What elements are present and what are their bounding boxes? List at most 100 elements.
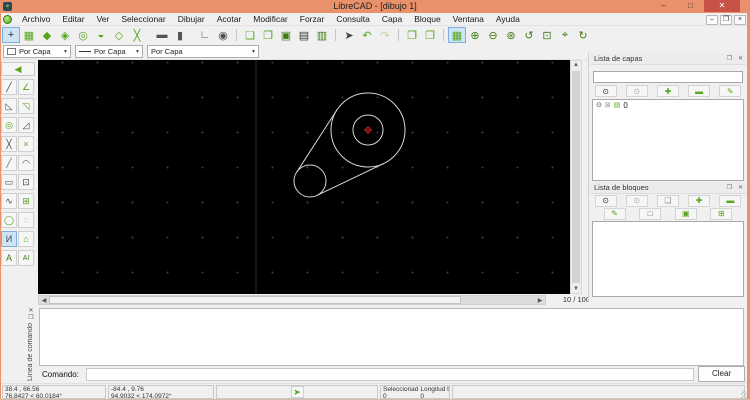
mtext-tool[interactable]: AI (18, 250, 34, 266)
color-combo[interactable]: Por Capa ▼ (3, 45, 71, 58)
menu-capa[interactable]: Capa (376, 13, 408, 26)
command-clear-button[interactable]: Clear (698, 366, 745, 382)
ellipse-tool[interactable]: ◯ (1, 212, 17, 228)
print-preview-button[interactable]: ▥ (313, 27, 331, 43)
zoom-previous-button[interactable]: ↺ (520, 27, 538, 43)
print-button[interactable]: ▤ (295, 27, 313, 43)
mdi-minimize-icon[interactable]: – (706, 14, 718, 25)
menu-editar[interactable]: Editar (56, 13, 90, 26)
freeze-all-layers-button[interactable]: ⊙ (625, 85, 648, 97)
save-drawing-button[interactable]: ▣ (277, 27, 295, 43)
line-two-points-tool[interactable]: ╱ (1, 79, 17, 95)
line-horizontal-tool[interactable]: ◺ (1, 98, 17, 114)
circle-two-points-tool[interactable]: ◌ (18, 212, 34, 228)
vertical-scrollbar[interactable]: ▲ ▼ (570, 60, 582, 294)
command-float-icon[interactable]: ❐ (24, 314, 38, 321)
menu-consulta[interactable]: Consulta (330, 13, 376, 26)
snap-distance-button[interactable]: ◇ (110, 27, 128, 43)
menu-seleccionar[interactable]: Seleccionar (115, 13, 171, 26)
layer-row[interactable]: ⊙ ⊠ ▤ 0 (593, 100, 743, 111)
text-tool[interactable]: A (1, 250, 17, 266)
crosshair-snap-button[interactable]: + (2, 27, 20, 43)
toggle-block-visibility-button[interactable]: ❏ (656, 194, 679, 207)
dock-float-icon[interactable]: ❐ (724, 184, 735, 191)
snap-intersection-button[interactable]: ╳ (128, 27, 146, 43)
line-angle-tool[interactable]: ∠ (18, 79, 34, 95)
circle-center-point-tool[interactable]: ◎ (1, 117, 17, 133)
drawing-canvas[interactable] (38, 60, 570, 294)
zoom-page-in-button[interactable]: ❐ (421, 27, 439, 43)
dock-close-icon[interactable]: ✕ (735, 184, 746, 191)
menu-bloque[interactable]: Bloque (408, 13, 446, 26)
linewidth-combo[interactable]: Por Capa ▼ (75, 45, 143, 58)
selection-pointer-button[interactable]: ➤ (340, 27, 358, 43)
block-list[interactable] (592, 221, 744, 297)
rectangle-tool[interactable]: ▭ (1, 174, 17, 190)
zoom-in-button[interactable]: ⊕ (466, 27, 484, 43)
mdi-restore-icon[interactable]: ❐ (720, 14, 732, 25)
defreeze-all-layers-button[interactable]: ⊙ (594, 85, 617, 97)
zoom-auto-button[interactable]: ⊛ (502, 27, 520, 43)
zoom-window-button[interactable]: ⊡ (538, 27, 556, 43)
lock-relative-zero-button[interactable]: ◉ (214, 27, 232, 43)
polygon-tool[interactable]: ⊞ (18, 193, 34, 209)
line-parallel-tool[interactable]: ◿ (18, 117, 34, 133)
line-vertical-tool[interactable]: ◹ (18, 98, 34, 114)
restrict-horizontal-button[interactable]: ▬ (153, 27, 171, 43)
command-input[interactable] (86, 368, 694, 381)
menu-forzar[interactable]: Forzar (294, 13, 331, 26)
window-minimize-button[interactable]: – (650, 0, 677, 12)
palette-back-button[interactable]: ◀ (1, 62, 35, 76)
window-close-button[interactable]: ✕ (704, 0, 740, 12)
layer-filter-input[interactable] (593, 70, 743, 83)
redraw-button[interactable]: ↻ (574, 27, 592, 43)
zoom-out-button[interactable]: ⊖ (484, 27, 502, 43)
scroll-up-icon[interactable]: ▲ (571, 62, 581, 68)
grid-toggle-button[interactable]: ▦ (448, 27, 466, 43)
remove-block-button[interactable]: ▬ (719, 194, 742, 207)
restrict-vertical-button[interactable]: ▮ (171, 27, 189, 43)
point-tool[interactable]: ⊡ (18, 174, 34, 190)
menu-ventana[interactable]: Ventana (447, 13, 490, 26)
freeze-all-blocks-button[interactable]: ⊙ (625, 194, 648, 207)
menu-acotar[interactable]: Acotar (211, 13, 248, 26)
redo-button[interactable]: ↷ (376, 27, 394, 43)
dock-float-icon[interactable]: ❐ (724, 55, 735, 62)
line-bisector-tool[interactable]: ╳ (1, 136, 17, 152)
insert-block-button[interactable]: ⊞ (710, 207, 733, 220)
mdi-close-icon[interactable]: × (734, 14, 746, 25)
open-drawing-button[interactable]: ❒ (259, 27, 277, 43)
polygon-center-tool[interactable]: ⌂ (18, 231, 34, 247)
snap-center-button[interactable]: ◎ (74, 27, 92, 43)
menu-ayuda[interactable]: Ayuda (490, 13, 526, 26)
edit-block-button[interactable]: □ (639, 207, 662, 220)
layer-print-icon[interactable]: ▤ (614, 101, 621, 109)
scroll-right-icon[interactable]: ▶ (535, 297, 545, 304)
linetype-combo[interactable]: Por Capa ▼ (147, 45, 259, 58)
horizontal-scrollbar[interactable]: ◀ ▶ (38, 295, 546, 305)
command-history[interactable] (39, 308, 744, 366)
defreeze-all-blocks-button[interactable]: ⊙ (594, 194, 617, 207)
vertical-scroll-thumb[interactable] (572, 71, 580, 283)
scroll-down-icon[interactable]: ▼ (571, 286, 581, 292)
layer-list[interactable]: ⊙ ⊠ ▤ 0 (592, 98, 744, 181)
line-free-tool[interactable]: ╱ (1, 155, 17, 171)
layer-lock-icon[interactable]: ⊠ (605, 101, 611, 109)
menu-dibujar[interactable]: Dibujar (172, 13, 211, 26)
restrict-orthogonal-button[interactable]: ∟ (196, 27, 214, 43)
add-layer-button[interactable]: ✚ (656, 85, 679, 97)
undo-button[interactable]: ↶ (358, 27, 376, 43)
snap-grid-button[interactable]: ▦ (20, 27, 38, 43)
arc-three-points-tool[interactable]: ◠ (18, 155, 34, 171)
spline-tool[interactable]: ∿ (1, 193, 17, 209)
save-block-button[interactable]: ▣ (674, 207, 697, 220)
command-close-icon[interactable]: ✕ (24, 307, 38, 314)
dock-close-icon[interactable]: ✕ (735, 55, 746, 62)
zoom-pan-button[interactable]: ⌖ (556, 27, 574, 43)
modify-layer-button[interactable]: ✎ (719, 85, 742, 97)
snap-endpoint-button[interactable]: ◆ (38, 27, 56, 43)
menu-modificar[interactable]: Modificar (247, 13, 293, 26)
window-maximize-button[interactable]: □ (677, 0, 704, 12)
scroll-left-icon[interactable]: ◀ (39, 297, 49, 304)
snap-on-entity-button[interactable]: ◈ (56, 27, 74, 43)
